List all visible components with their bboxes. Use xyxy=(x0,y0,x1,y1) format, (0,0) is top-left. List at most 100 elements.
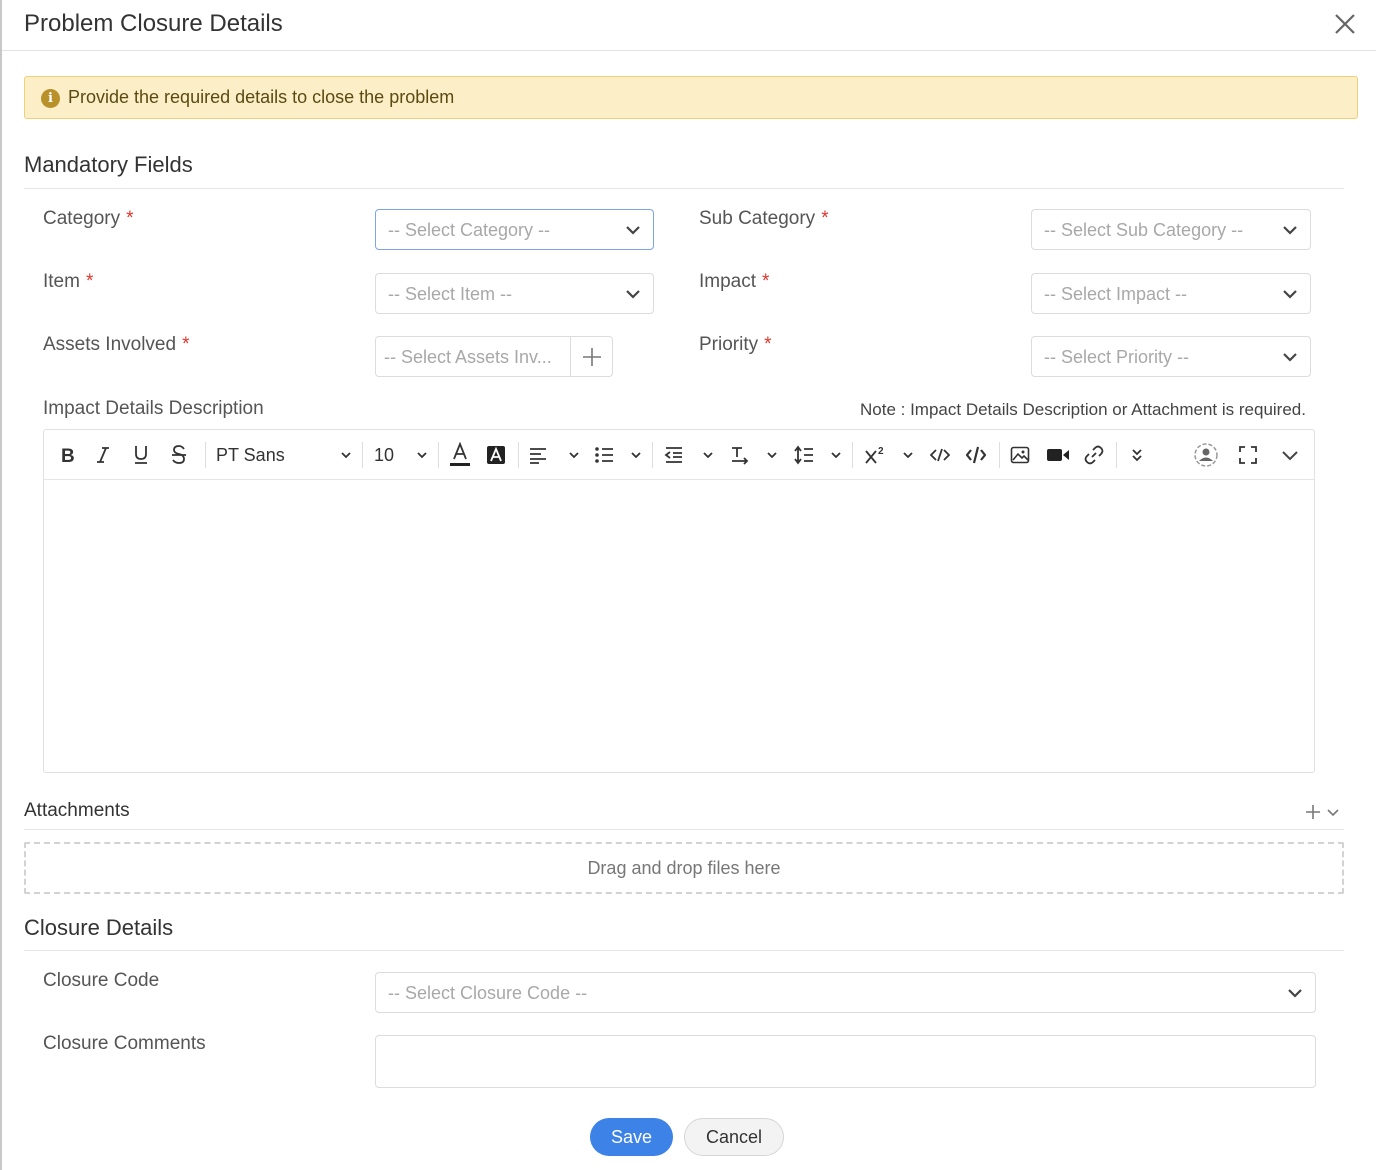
more-options-icon[interactable] xyxy=(1126,441,1148,469)
font-size-select[interactable]: 10 xyxy=(374,441,428,469)
video-icon[interactable] xyxy=(1045,441,1071,469)
assets-placeholder: -- Select Assets Inv... xyxy=(384,347,552,367)
link-icon[interactable] xyxy=(1082,441,1106,469)
toolbar-separator xyxy=(852,442,853,468)
window-edge xyxy=(0,0,2,1170)
toolbar-separator xyxy=(205,442,206,468)
editor-content-area[interactable] xyxy=(44,481,1314,772)
sub-category-select[interactable]: -- Select Sub Category -- xyxy=(1031,209,1311,250)
required-marker: * xyxy=(85,271,94,292)
dialog-header: Problem Closure Details xyxy=(2,0,1376,51)
image-icon[interactable] xyxy=(1008,441,1032,469)
list-dropdown[interactable] xyxy=(594,441,642,469)
chevron-down-icon xyxy=(626,290,640,299)
info-banner: i Provide the required details to close … xyxy=(24,76,1358,119)
impact-description-label: Impact Details Description xyxy=(43,398,264,419)
toolbar-separator xyxy=(999,442,1000,468)
toolbar-separator xyxy=(362,442,363,468)
section-divider xyxy=(24,829,1344,830)
impact-select[interactable]: -- Select Impact -- xyxy=(1031,273,1311,314)
line-height-dropdown[interactable] xyxy=(794,441,842,469)
superscript-icon: 2 xyxy=(865,446,884,464)
required-marker: * xyxy=(821,208,829,229)
svg-text:2: 2 xyxy=(878,446,884,457)
fullscreen-icon[interactable] xyxy=(1236,441,1260,469)
chevron-down-icon xyxy=(1283,353,1297,362)
code-block-icon[interactable] xyxy=(964,441,988,469)
underline-icon[interactable] xyxy=(130,441,152,469)
font-family-value: PT Sans xyxy=(216,444,285,465)
chevron-down-icon xyxy=(1288,989,1302,998)
chevron-down-icon xyxy=(703,452,713,459)
chevron-down-icon xyxy=(569,452,579,459)
align-dropdown[interactable] xyxy=(528,441,580,469)
editor-toolbar: B PT Sans 10 2 xyxy=(44,430,1314,480)
toolbar-separator xyxy=(1116,442,1117,468)
section-divider xyxy=(24,950,1344,951)
rich-text-editor: B PT Sans 10 2 xyxy=(43,429,1315,773)
toolbar-separator xyxy=(438,442,439,468)
priority-placeholder: -- Select Priority -- xyxy=(1044,347,1190,367)
font-size-value: 10 xyxy=(374,444,395,465)
svg-text:B: B xyxy=(61,446,75,465)
closure-code-placeholder: -- Select Closure Code -- xyxy=(388,983,588,1003)
cancel-button[interactable]: Cancel xyxy=(684,1118,784,1156)
item-label: Item * xyxy=(43,271,94,292)
info-icon: i xyxy=(41,89,60,108)
code-icon[interactable] xyxy=(928,441,952,469)
chevron-down-icon xyxy=(417,452,427,459)
collapse-toolbar-icon[interactable] xyxy=(1278,441,1302,469)
assets-involved-select[interactable]: -- Select Assets Inv... xyxy=(375,336,613,377)
toolbar-separator xyxy=(518,442,519,468)
add-attachment-icon[interactable] xyxy=(1304,803,1322,821)
priority-select[interactable]: -- Select Priority -- xyxy=(1031,336,1311,377)
banner-message: Provide the required details to close th… xyxy=(68,87,455,107)
item-placeholder: -- Select Item -- xyxy=(388,284,513,304)
dropzone-text: Drag and drop files here xyxy=(587,858,781,878)
required-marker: * xyxy=(764,334,772,355)
align-left-icon xyxy=(530,448,546,464)
required-marker: * xyxy=(182,334,190,355)
italic-icon[interactable] xyxy=(92,441,114,469)
text-color-icon[interactable] xyxy=(448,441,472,469)
background-color-icon[interactable] xyxy=(484,441,508,469)
strikethrough-icon[interactable] xyxy=(168,441,190,469)
bold-icon[interactable]: B xyxy=(56,441,78,469)
indent-dropdown[interactable] xyxy=(664,441,714,469)
line-height-icon xyxy=(794,445,813,465)
priority-label: Priority * xyxy=(699,334,772,355)
outdent-icon xyxy=(664,447,682,463)
closure-comments-label: Closure Comments xyxy=(43,1033,206,1054)
superscript-dropdown[interactable]: 2 xyxy=(864,441,914,469)
category-label: Category * xyxy=(43,208,134,229)
category-select[interactable]: -- Select Category -- xyxy=(375,209,654,250)
chevron-down-icon xyxy=(341,452,351,459)
mandatory-fields-heading: Mandatory Fields xyxy=(24,152,193,177)
sub-category-label: Sub Category * xyxy=(699,208,829,229)
chevron-down-icon xyxy=(903,452,913,459)
impact-placeholder: -- Select Impact -- xyxy=(1044,284,1188,304)
required-marker: * xyxy=(126,208,134,229)
section-divider xyxy=(24,188,1344,189)
impact-description-note: Note : Impact Details Description or Att… xyxy=(860,400,1306,419)
close-icon[interactable] xyxy=(1332,10,1358,38)
chevron-down-icon xyxy=(631,452,641,459)
category-placeholder: -- Select Category -- xyxy=(388,220,551,240)
assets-involved-label: Assets Involved * xyxy=(43,334,190,355)
chevron-down-icon xyxy=(767,452,777,459)
font-family-select[interactable]: PT Sans xyxy=(216,441,352,469)
add-asset-button[interactable] xyxy=(570,337,612,376)
chevron-down-icon xyxy=(831,452,841,459)
closure-code-select[interactable]: -- Select Closure Code -- xyxy=(375,972,1316,1013)
save-button[interactable]: Save xyxy=(590,1118,673,1156)
plus-icon xyxy=(583,348,601,366)
user-mention-icon[interactable] xyxy=(1192,441,1220,469)
chevron-down-icon xyxy=(1283,290,1297,299)
chevron-down-icon[interactable] xyxy=(1326,806,1340,818)
chevron-down-icon xyxy=(1283,226,1297,235)
text-direction-dropdown[interactable] xyxy=(730,441,778,469)
sub-category-placeholder: -- Select Sub Category -- xyxy=(1044,220,1244,240)
file-dropzone[interactable]: Drag and drop files here xyxy=(24,842,1344,894)
closure-comments-input[interactable] xyxy=(375,1035,1316,1088)
item-select[interactable]: -- Select Item -- xyxy=(375,273,654,314)
